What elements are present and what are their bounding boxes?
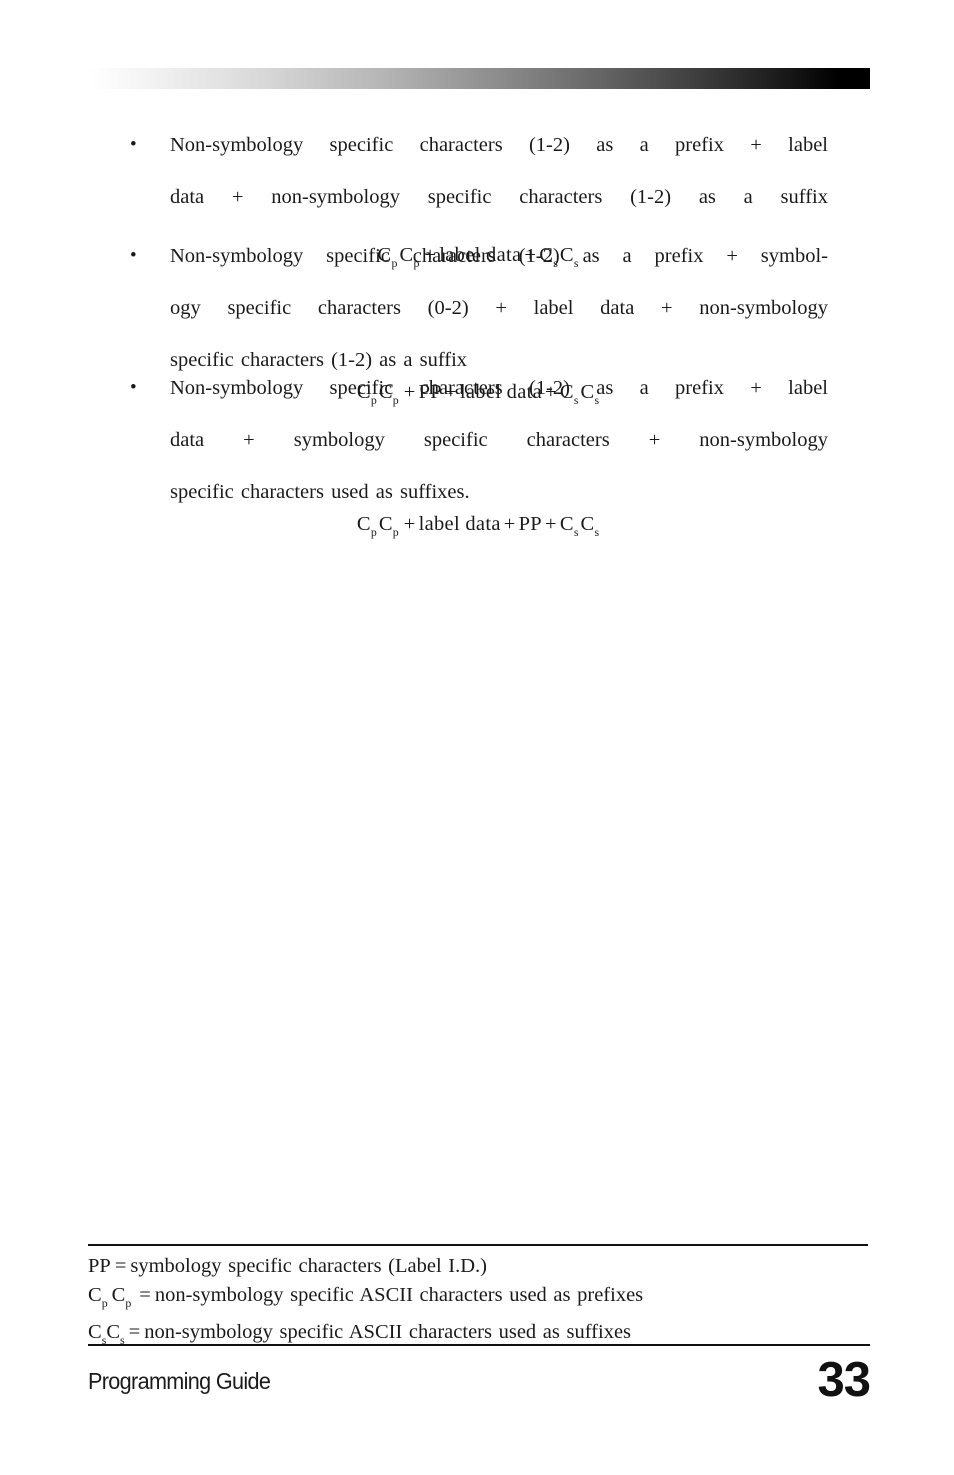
formula-operator: + xyxy=(545,513,557,535)
formula-term: Cp xyxy=(356,513,377,540)
formula-operator: + xyxy=(503,513,516,535)
header-gradient-rule xyxy=(90,68,870,89)
legend-equals: = xyxy=(114,1255,127,1277)
formula-operator: + xyxy=(403,513,416,535)
legend-entry-pp: PP = symbology specific characters (Label … xyxy=(88,1252,868,1281)
legend-definition: non-symbology specific ASCII characters … xyxy=(144,1321,632,1344)
legend-definition: symbology specific characters (Label I.D… xyxy=(130,1255,488,1277)
formula-term: PP xyxy=(518,513,542,535)
bullet-line: data + non-symbology specific characters… xyxy=(170,186,828,208)
footer-title: Programming Guide xyxy=(88,1368,271,1394)
bullet-line: specific characters used as suffixes. xyxy=(170,481,470,503)
footer-rule xyxy=(88,1344,870,1346)
bullet-line: Non-symbology specific characters (1-2) … xyxy=(170,245,828,267)
bullet-line: ogy specific characters (0-2) + label da… xyxy=(170,297,828,319)
bullet-line: Non-symbology specific characters (1-2) … xyxy=(170,377,828,399)
legend-entry-prefix: Cp Cp = non-symbology specific ASCII charac… xyxy=(88,1281,868,1318)
legend-equals: = xyxy=(139,1284,151,1306)
legend-block: PP = symbology specific characters (Label … xyxy=(88,1244,868,1355)
bullet-marker-icon: • xyxy=(130,245,137,266)
bullet-marker-icon: • xyxy=(130,134,137,155)
formula-expression-3: CpCp + label data + PP + CsCs xyxy=(128,509,828,547)
legend-symbol: CsCs xyxy=(88,1321,125,1348)
page-footer: Programming Guide 33 xyxy=(88,1344,871,1420)
bullet-marker-icon: • xyxy=(130,377,137,398)
legend-symbol: PP xyxy=(88,1255,111,1277)
formula-term: Cp xyxy=(378,513,399,540)
bullet-row: • Non-symbology specific characters (1-2… xyxy=(128,375,828,505)
legend-definition: non-symbology specific ASCII characters … xyxy=(154,1284,644,1306)
bullet-row: • Non-symbology specific characters (1-2… xyxy=(128,243,828,373)
bullet-item-3: • Non-symbology specific characters (1-2… xyxy=(128,375,828,547)
page-root: { "page": { "number": "33", "width": 954… xyxy=(0,0,954,1475)
legend-equals: = xyxy=(128,1321,141,1344)
bullet-text: Non-symbology specific characters (1-2) … xyxy=(170,375,828,505)
footer-row: Programming Guide 33 xyxy=(88,1353,871,1420)
bullet-row: • Non-symbology specific characters (1-2… xyxy=(128,132,828,236)
formula-term: Cs xyxy=(559,513,579,540)
formula-term: label data xyxy=(418,513,501,535)
bullet-text: Non-symbology specific characters (1-2) … xyxy=(170,132,828,236)
legend-entries: PP = symbology specific characters (Label … xyxy=(88,1246,868,1355)
bullet-line: Non-symbology specific characters (1-2) … xyxy=(170,134,828,156)
bullet-line: data + symbology specific characters + n… xyxy=(170,429,828,451)
formula-term: Cs xyxy=(580,513,600,540)
legend-symbol: Cp Cp xyxy=(88,1284,132,1311)
page-number: 33 xyxy=(817,1353,871,1407)
bullet-text: Non-symbology specific characters (1-2) … xyxy=(170,243,828,373)
bullet-line: specific characters (1-2) as a suffix xyxy=(170,349,468,371)
